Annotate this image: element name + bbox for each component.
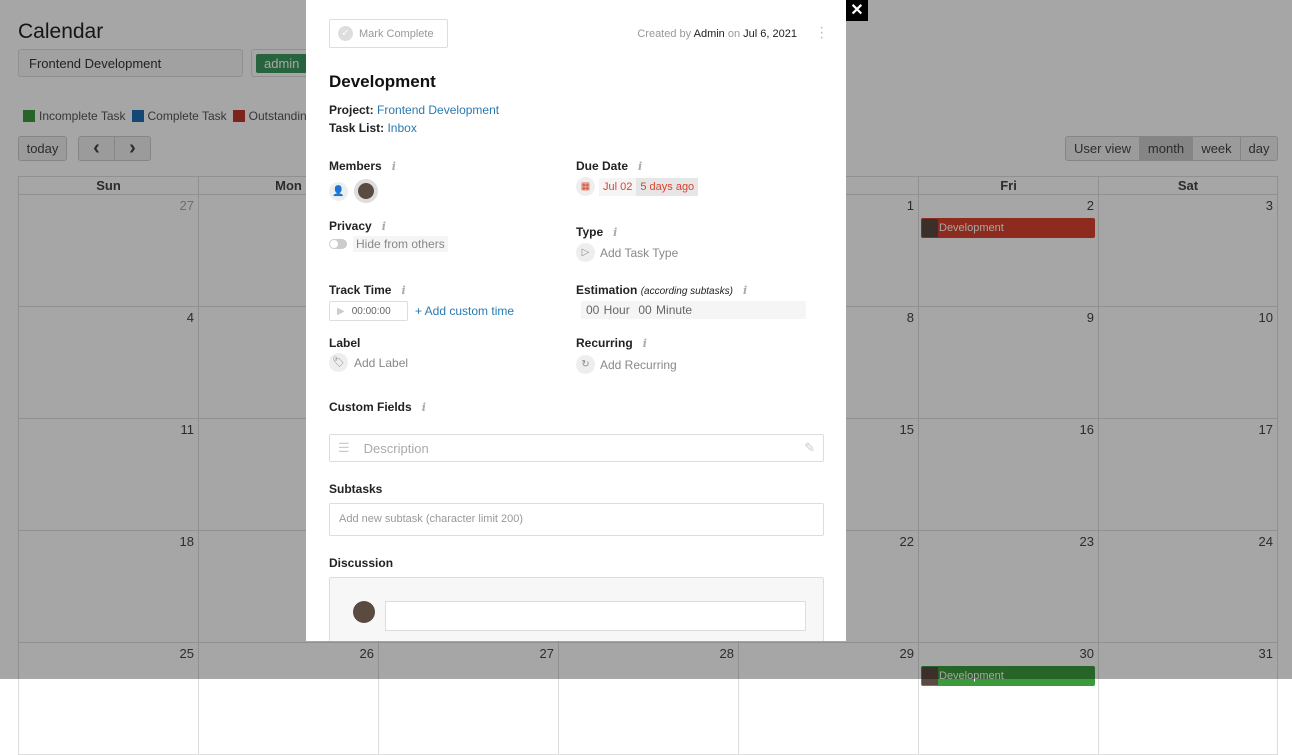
- info-icon: i: [638, 160, 643, 173]
- timer[interactable]: ▶ 00:00:00: [329, 301, 408, 321]
- toggle-switch[interactable]: [329, 239, 347, 249]
- close-button[interactable]: ✕: [846, 0, 868, 21]
- discussion-label: Discussion: [329, 556, 394, 570]
- info-icon: i: [613, 226, 618, 239]
- custom-fields-label: Custom Fields i: [329, 400, 426, 414]
- align-left-icon: ☰: [338, 440, 350, 455]
- subtask-input[interactable]: Add new subtask (character limit 200): [329, 503, 824, 536]
- privacy-toggle[interactable]: Hide from others: [329, 236, 448, 252]
- estimation-label: Estimation (according subtasks) i: [576, 283, 748, 297]
- add-label[interactable]: 🏷 Add Label: [329, 353, 408, 372]
- privacy-text: Hide from others: [353, 236, 448, 252]
- type-icon: ▷: [576, 243, 595, 262]
- play-icon[interactable]: ▶: [337, 306, 345, 317]
- discussion-box: [329, 577, 824, 641]
- comment-input[interactable]: [385, 601, 806, 631]
- project-line: Project: Frontend Development: [329, 103, 500, 117]
- created-info: Created by Admin on Jul 6, 2021: [637, 28, 797, 40]
- calendar-icon: ▦: [576, 177, 595, 196]
- members: 👤: [329, 179, 378, 203]
- refresh-icon: ↻: [576, 355, 595, 374]
- add-recurring[interactable]: ↻ Add Recurring: [576, 355, 677, 374]
- add-task-type[interactable]: ▷ Add Task Type: [576, 243, 678, 262]
- user-avatar: [353, 601, 375, 623]
- due-relative: 5 days ago: [636, 177, 699, 196]
- info-icon: i: [642, 337, 647, 350]
- task-title[interactable]: Development: [329, 72, 436, 92]
- info-icon: i: [742, 284, 748, 297]
- project-link[interactable]: Frontend Development: [377, 103, 499, 117]
- recurring-label: Recurring i: [576, 336, 647, 350]
- tasklist-link[interactable]: Inbox: [387, 121, 416, 135]
- estimation-value: 00 Hour 00 Minute: [581, 301, 806, 319]
- privacy-label: Privacy i: [329, 219, 386, 233]
- mark-complete-label: Mark Complete: [359, 27, 434, 40]
- check-icon: ✓: [338, 26, 353, 41]
- member-avatar[interactable]: [354, 179, 378, 203]
- tasklist-line: Task List: Inbox: [329, 121, 417, 135]
- members-label: Members i: [329, 159, 396, 173]
- info-icon: i: [421, 401, 426, 414]
- pencil-icon[interactable]: ✎: [804, 440, 815, 456]
- subtasks-label: Subtasks: [329, 482, 383, 496]
- due-date-value[interactable]: Jul 02: [599, 177, 637, 196]
- due-date-label: Due Date i: [576, 159, 643, 173]
- type-label: Type i: [576, 225, 618, 239]
- label-label: Label: [329, 336, 361, 350]
- add-custom-time-link[interactable]: + Add custom time: [415, 304, 514, 318]
- info-icon: i: [391, 160, 396, 173]
- info-icon: i: [381, 220, 386, 233]
- more-options-icon[interactable]: · · ·: [819, 20, 824, 46]
- task-modal: ✓ Mark Complete Created by Admin on Jul 6…: [306, 0, 846, 641]
- mark-complete-button[interactable]: ✓ Mark Complete: [329, 19, 448, 48]
- track-time-label: Track Time i: [329, 283, 406, 297]
- info-icon: i: [401, 284, 406, 297]
- due-date[interactable]: ▦ Jul 02 5 days ago: [576, 177, 699, 196]
- add-member-icon[interactable]: 👤: [329, 181, 348, 201]
- tag-icon: 🏷: [329, 353, 348, 372]
- description-field[interactable]: ☰ Description ✎: [329, 434, 824, 462]
